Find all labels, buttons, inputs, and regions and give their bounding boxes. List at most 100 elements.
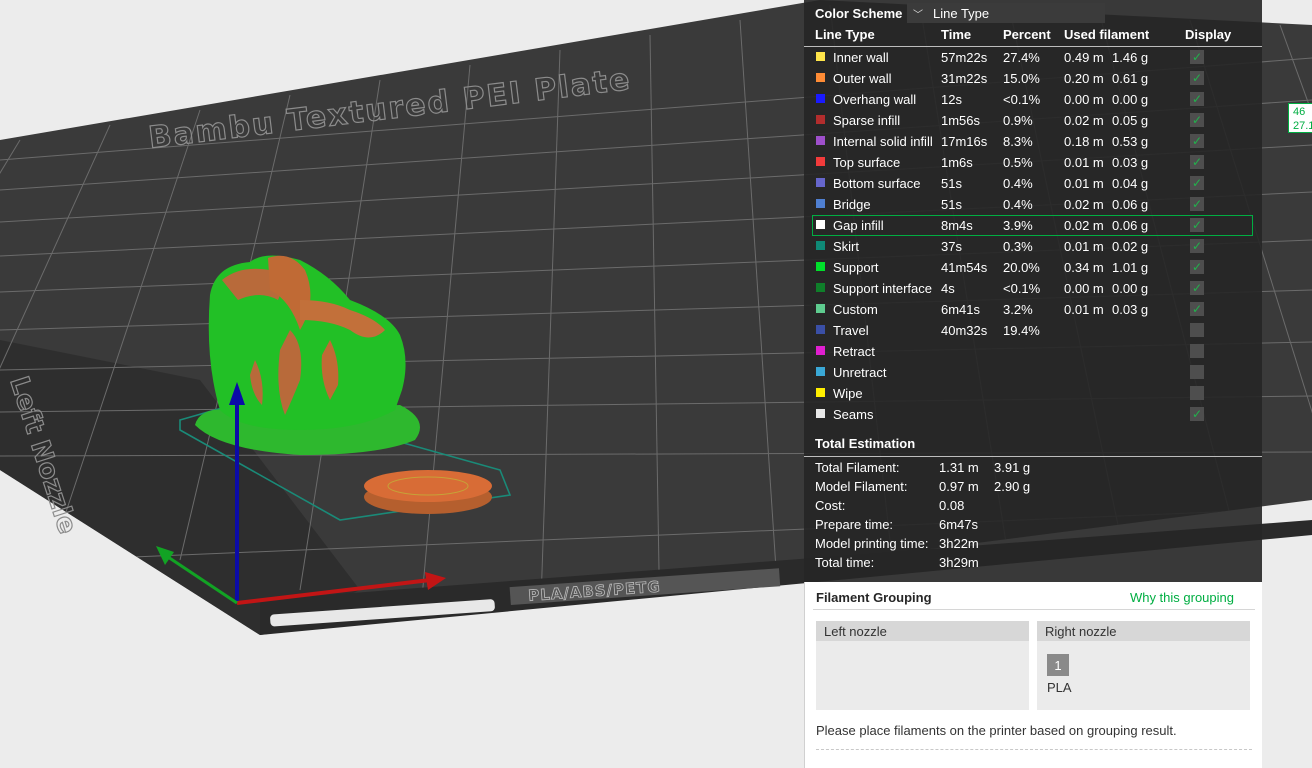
line-type-percent: 0.4%: [1003, 176, 1033, 191]
estimation-row: Cost: 0.08: [815, 496, 1255, 515]
line-type-time: 12s: [941, 92, 962, 107]
line-type-weight: 0.03 g: [1112, 302, 1149, 317]
display-checkbox[interactable]: ✓: [1190, 407, 1204, 421]
right-nozzle-box[interactable]: Right nozzle 1 PLA: [1037, 621, 1250, 710]
line-type-row[interactable]: Skirt 37s 0.3% 0.01 m 0.02 g ✓: [804, 236, 1262, 257]
line-type-row[interactable]: Retract: [804, 341, 1262, 362]
line-type-row[interactable]: Sparse infill 1m56s 0.9% 0.02 m 0.05 g ✓: [804, 110, 1262, 131]
display-checkbox[interactable]: ✓: [1190, 71, 1204, 85]
line-type-percent: <0.1%: [1003, 281, 1041, 296]
line-type-percent: 0.5%: [1003, 155, 1033, 170]
display-checkbox[interactable]: ✓: [1190, 239, 1204, 253]
color-scheme-value: Line Type: [933, 5, 990, 21]
display-checkbox[interactable]: ✓: [1190, 302, 1204, 316]
line-type-weight: 1.01 g: [1112, 260, 1149, 275]
line-type-name: Custom: [833, 302, 878, 317]
filament-chip[interactable]: 1: [1047, 654, 1069, 676]
line-type-name: Inner wall: [833, 50, 889, 65]
line-type-name: Seams: [833, 407, 874, 422]
why-this-grouping-link[interactable]: Why this grouping: [1130, 590, 1234, 605]
header-percent: Percent: [1003, 27, 1051, 42]
right-nozzle-header: Right nozzle: [1037, 621, 1250, 641]
line-type-row[interactable]: Unretract: [804, 362, 1262, 383]
line-type-length: 0.01 m: [1064, 155, 1104, 170]
line-type-length: 0.18 m: [1064, 134, 1104, 149]
display-checkbox[interactable]: ✓: [1190, 113, 1204, 127]
estimation-value: 1.31 m: [939, 460, 979, 475]
estimation-row: Model Filament: 0.97 m 2.90 g: [815, 477, 1255, 496]
line-type-row[interactable]: Seams ✓: [804, 404, 1262, 425]
display-checkbox[interactable]: [1190, 323, 1204, 337]
line-type-name: Support interface: [833, 281, 933, 296]
header-display: Display: [1185, 27, 1232, 42]
line-type-color-swatch: [816, 325, 825, 334]
line-type-time: 17m16s: [941, 134, 988, 149]
line-type-row[interactable]: Internal solid infill 17m16s 8.3% 0.18 m 0.5…: [804, 131, 1262, 152]
line-type-weight: 0.00 g: [1112, 281, 1149, 296]
line-type-row[interactable]: Bottom surface 51s 0.4% 0.01 m 0.04 g ✓: [804, 173, 1262, 194]
line-type-color-swatch: [816, 52, 825, 61]
line-type-row[interactable]: Gap infill 8m4s 3.9% 0.02 m 0.06 g ✓: [812, 215, 1253, 236]
line-type-color-swatch: [816, 199, 825, 208]
line-type-row[interactable]: Bridge 51s 0.4% 0.02 m 0.06 g ✓: [804, 194, 1262, 215]
display-checkbox[interactable]: [1190, 386, 1204, 400]
line-type-percent: 0.3%: [1003, 239, 1033, 254]
line-type-row[interactable]: Support 41m54s 20.0% 0.34 m 1.01 g ✓: [804, 257, 1262, 278]
line-type-percent: 15.0%: [1003, 71, 1040, 86]
estimation-label: Cost:: [815, 498, 846, 513]
line-type-row[interactable]: Travel 40m32s 19.4%: [804, 320, 1262, 341]
line-type-color-swatch: [816, 283, 825, 292]
line-type-color-swatch: [816, 304, 825, 313]
disc-object[interactable]: [364, 470, 492, 514]
display-checkbox[interactable]: ✓: [1190, 155, 1204, 169]
line-type-row[interactable]: Support interface 4s <0.1% 0.00 m 0.00 g ✓: [804, 278, 1262, 299]
line-type-weight: 0.06 g: [1112, 197, 1149, 212]
line-type-length: 0.01 m: [1064, 176, 1104, 191]
line-type-length: 0.01 m: [1064, 302, 1104, 317]
line-type-name: Bridge: [833, 197, 871, 212]
estimation-label: Prepare time:: [815, 517, 894, 532]
grouping-divider: [813, 609, 1255, 610]
estimation-label: Model printing time:: [815, 536, 929, 551]
filament-grouping-title: Filament Grouping: [816, 590, 932, 605]
line-type-color-swatch: [816, 178, 825, 187]
line-type-time: 8m4s: [941, 218, 973, 233]
line-type-color-swatch: [816, 94, 825, 103]
header-time: Time: [941, 27, 972, 42]
estimation-value-secondary: 3.91 g: [994, 460, 1031, 475]
line-type-percent: 3.9%: [1003, 218, 1033, 233]
display-checkbox[interactable]: ✓: [1190, 281, 1204, 295]
line-type-row[interactable]: Inner wall 57m22s 27.4% 0.49 m 1.46 g ✓: [804, 47, 1262, 68]
line-type-color-swatch: [816, 367, 825, 376]
display-checkbox[interactable]: [1190, 365, 1204, 379]
estimation-row: Total Filament: 1.31 m 3.91 g: [815, 458, 1255, 477]
display-checkbox[interactable]: ✓: [1190, 218, 1204, 232]
line-type-row[interactable]: Overhang wall 12s <0.1% 0.00 m 0.00 g ✓: [804, 89, 1262, 110]
line-type-row[interactable]: Outer wall 31m22s 15.0% 0.20 m 0.61 g ✓: [804, 68, 1262, 89]
line-type-name: Outer wall: [833, 71, 892, 86]
display-checkbox[interactable]: ✓: [1190, 92, 1204, 106]
estimation-value: 0.97 m: [939, 479, 979, 494]
display-checkbox[interactable]: ✓: [1190, 176, 1204, 190]
line-type-weight: 0.53 g: [1112, 134, 1149, 149]
display-checkbox[interactable]: ✓: [1190, 197, 1204, 211]
header-used-filament: Used filament: [1064, 27, 1150, 42]
display-checkbox[interactable]: ✓: [1190, 134, 1204, 148]
line-type-time: 40m32s: [941, 323, 988, 338]
line-type-length: 0.02 m: [1064, 113, 1104, 128]
line-type-row[interactable]: Wipe: [804, 383, 1262, 404]
line-type-percent: 20.0%: [1003, 260, 1040, 275]
line-type-row[interactable]: Custom 6m41s 3.2% 0.01 m 0.03 g ✓: [804, 299, 1262, 320]
line-type-row[interactable]: Top surface 1m6s 0.5% 0.01 m 0.03 g ✓: [804, 152, 1262, 173]
estimation-row: Total time: 3h29m: [815, 553, 1255, 572]
layer-value-tag: 46 27.1: [1288, 103, 1312, 133]
line-type-weight: 0.06 g: [1112, 218, 1149, 233]
line-type-length: 0.00 m: [1064, 281, 1104, 296]
display-checkbox[interactable]: [1190, 344, 1204, 358]
line-type-weight: 0.02 g: [1112, 239, 1149, 254]
display-checkbox[interactable]: ✓: [1190, 50, 1204, 64]
display-checkbox[interactable]: ✓: [1190, 260, 1204, 274]
color-scheme-dropdown[interactable]: ﹀ Line Type: [907, 3, 1105, 23]
left-nozzle-box[interactable]: Left nozzle: [816, 621, 1029, 710]
line-type-length: 0.02 m: [1064, 218, 1104, 233]
